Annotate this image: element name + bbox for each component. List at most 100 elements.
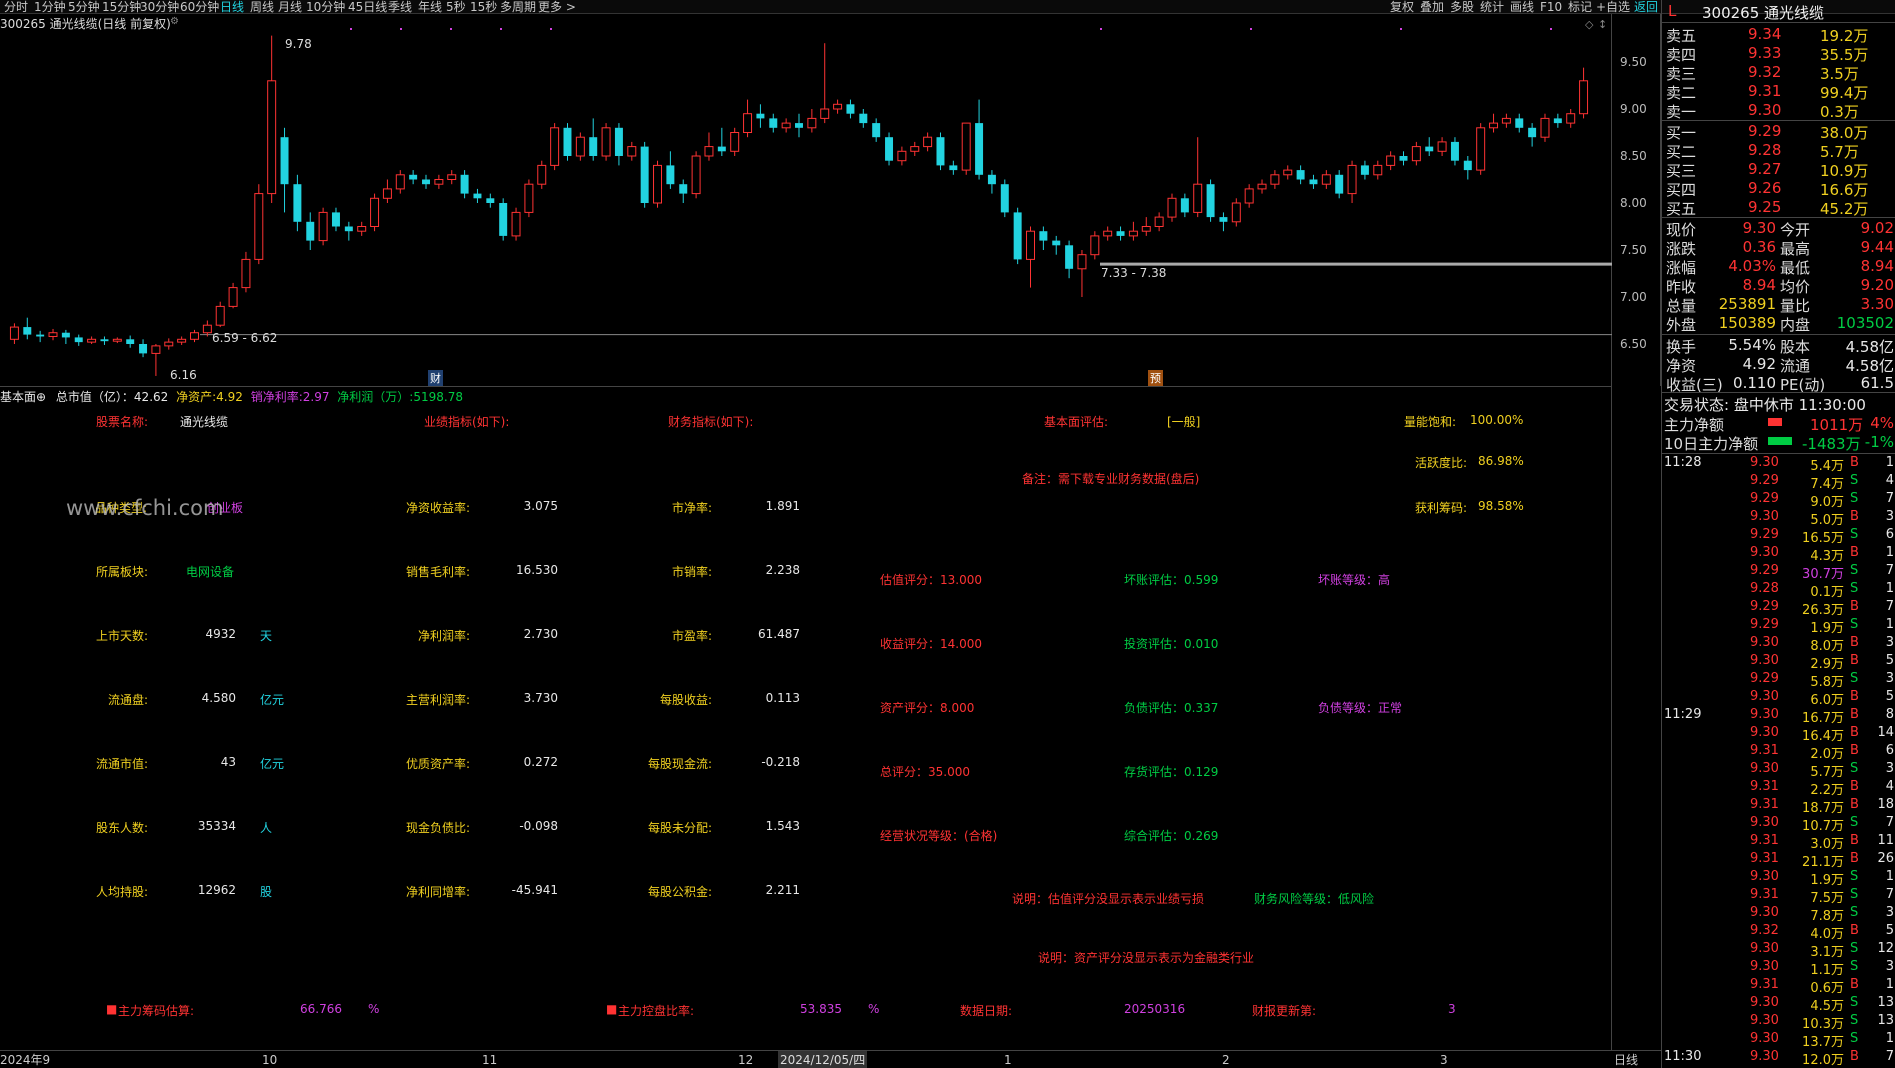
candle-body[interactable]	[1437, 141, 1447, 152]
period-tab[interactable]: 10分钟	[306, 0, 345, 14]
candle-body[interactable]	[499, 203, 508, 236]
candle-body[interactable]	[1167, 197, 1177, 218]
candle-body[interactable]	[807, 117, 817, 129]
tool-button[interactable]: 统计	[1480, 0, 1504, 14]
candle-body[interactable]	[87, 338, 97, 343]
period-tab[interactable]: 45日线	[348, 0, 387, 14]
candle-body[interactable]	[961, 122, 971, 171]
candle-body[interactable]	[1013, 212, 1022, 260]
candle-body[interactable]	[936, 137, 945, 166]
candle-body[interactable]	[833, 103, 843, 110]
candle-body[interactable]	[987, 174, 996, 185]
candle-body[interactable]	[280, 137, 289, 185]
candle-body[interactable]	[1090, 235, 1100, 256]
period-tab[interactable]: 15分钟	[102, 0, 141, 14]
candle-body[interactable]	[1463, 160, 1472, 171]
candle-body[interactable]	[1244, 188, 1254, 204]
candle-body[interactable]	[1270, 174, 1280, 185]
candle-body[interactable]	[74, 337, 83, 343]
candle-body[interactable]	[422, 179, 430, 185]
candle-body[interactable]	[447, 174, 457, 181]
bid-row[interactable]: 买二 9.28 5.7万	[1662, 141, 1895, 161]
candle-body[interactable]	[1039, 231, 1048, 241]
candle-body[interactable]	[1283, 169, 1293, 176]
candle-body[interactable]	[486, 198, 495, 203]
candle-body[interactable]	[885, 137, 894, 161]
candle-body[interactable]	[601, 127, 611, 157]
candle-body[interactable]	[1000, 184, 1009, 213]
candle-body[interactable]	[1231, 202, 1241, 223]
candle-body[interactable]	[820, 108, 830, 119]
candle-body[interactable]	[1335, 174, 1344, 194]
candle-body[interactable]	[846, 104, 855, 114]
candle-body[interactable]	[1476, 127, 1486, 171]
candle-body[interactable]	[1206, 184, 1215, 218]
candle-body[interactable]	[1411, 146, 1421, 162]
candle-body[interactable]	[1566, 113, 1576, 124]
candle-body[interactable]	[61, 332, 70, 338]
period-tab[interactable]: 更多 >	[538, 0, 576, 14]
period-label[interactable]: 日线	[1614, 1051, 1638, 1068]
candle-body[interactable]	[36, 334, 45, 337]
candle-body[interactable]	[923, 136, 933, 148]
ask-row[interactable]: 卖二 9.31 99.4万	[1662, 82, 1895, 102]
candle-body[interactable]	[48, 332, 58, 337]
candle-body[interactable]	[975, 123, 984, 175]
candle-body[interactable]	[293, 184, 302, 222]
period-tab[interactable]: 5秒	[446, 0, 466, 14]
candle-body[interactable]	[589, 137, 598, 156]
candle-body[interactable]	[1399, 156, 1408, 161]
candle-body[interactable]	[691, 155, 701, 195]
candle-body[interactable]	[756, 113, 765, 119]
candle-body[interactable]	[1360, 165, 1369, 175]
period-tab[interactable]: 1分钟	[34, 0, 66, 14]
forecast-marker[interactable]: 预	[1148, 370, 1163, 386]
ask-row[interactable]: 卖四 9.33 35.5万	[1662, 44, 1895, 64]
candle-body[interactable]	[112, 338, 122, 342]
candle-body[interactable]	[1386, 155, 1396, 166]
tool-button[interactable]: F10	[1540, 0, 1562, 14]
candle-body[interactable]	[1296, 170, 1305, 180]
tool-button[interactable]: 叠加	[1420, 0, 1444, 14]
candle-body[interactable]	[306, 221, 315, 241]
candle-body[interactable]	[653, 164, 663, 204]
candle-body[interactable]	[679, 184, 688, 194]
candle-body[interactable]	[1515, 118, 1524, 128]
candle-body[interactable]	[473, 193, 482, 199]
candle-body[interactable]	[1128, 230, 1138, 237]
candle-body[interactable]	[1309, 179, 1318, 185]
candle-body[interactable]	[1579, 80, 1589, 115]
fund-header-icon[interactable]: 基本面⊕	[0, 390, 46, 404]
candle-body[interactable]	[1193, 183, 1203, 213]
candle-body[interactable]	[151, 345, 161, 354]
candle-body[interactable]	[743, 113, 753, 133]
bid-row[interactable]: 买四 9.26 16.6万	[1662, 179, 1895, 199]
kline-chart[interactable]: 300265 通光线缆(日线 前复权) ⚙ ◇ ↕ 9.78 6.16 6.59…	[0, 14, 1612, 386]
candle-body[interactable]	[575, 136, 585, 157]
tool-button[interactable]: 多股	[1450, 0, 1474, 14]
candle-body[interactable]	[215, 305, 225, 326]
candle-body[interactable]	[1141, 226, 1151, 232]
candle-body[interactable]	[177, 338, 187, 343]
candle-body[interactable]	[1321, 174, 1331, 185]
period-tab[interactable]: 60分钟	[180, 0, 219, 14]
period-tab[interactable]: 30分钟	[140, 0, 179, 14]
candle-body[interactable]	[331, 212, 340, 227]
candle-body[interactable]	[1489, 122, 1499, 129]
candle-body[interactable]	[395, 174, 405, 190]
candle-body[interactable]	[614, 127, 623, 156]
candle-body[interactable]	[704, 146, 714, 157]
candle-body[interactable]	[511, 211, 521, 237]
candle-body[interactable]	[126, 339, 135, 344]
period-tab[interactable]: 分时	[4, 0, 28, 14]
candle-body[interactable]	[1103, 230, 1113, 237]
candle-body[interactable]	[1450, 141, 1459, 161]
candle-body[interactable]	[9, 326, 19, 340]
tool-button[interactable]: 画线	[1510, 0, 1534, 14]
candle-body[interactable]	[640, 146, 649, 203]
candle-body[interactable]	[1065, 245, 1074, 269]
candle-body[interactable]	[1425, 146, 1434, 152]
candle-body[interactable]	[1347, 164, 1357, 195]
candle-body[interactable]	[460, 174, 469, 194]
candle-body[interactable]	[139, 344, 148, 354]
